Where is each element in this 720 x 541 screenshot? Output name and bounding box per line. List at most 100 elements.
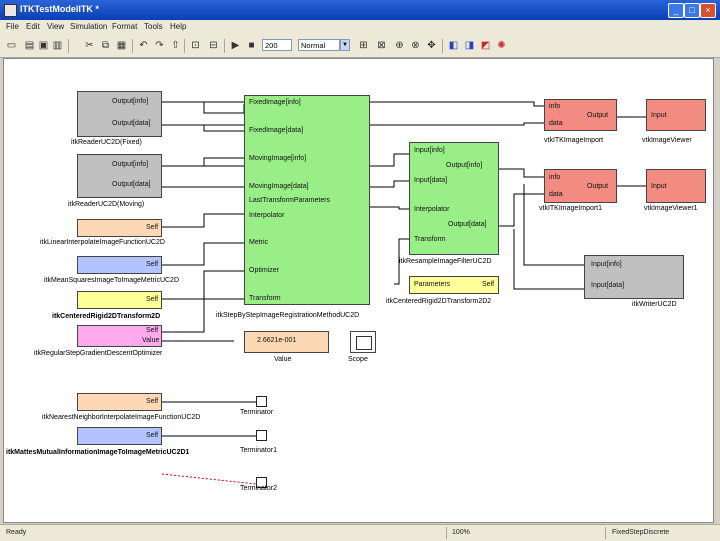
port-input-data: Input[data] xyxy=(591,282,625,289)
vtk-image-import-block[interactable]: info data Output xyxy=(544,99,617,131)
reader-fixed-block[interactable]: Output[info] Output[data] xyxy=(77,91,162,137)
port-interpolator: Interpolator xyxy=(249,212,285,219)
terminator2-label: Terminator2 xyxy=(240,485,277,492)
port-optimizer: Optimizer xyxy=(249,267,279,274)
profiler-icon[interactable]: ✥ xyxy=(426,40,437,51)
model-window-icon xyxy=(4,4,17,17)
model-advisor-icon[interactable]: ⊗ xyxy=(410,40,421,51)
stop-time-input[interactable]: 200 xyxy=(262,39,292,51)
paste-icon[interactable]: ▦ xyxy=(116,40,127,51)
value-display-block[interactable]: 2.6621e-001 xyxy=(244,331,329,353)
nearest-neighbor-interpolator-label: itkNearestNeighborInterpolateImageFuncti… xyxy=(42,414,201,421)
nearest-neighbor-interpolator-block[interactable]: Self xyxy=(77,393,162,411)
menu-simulation[interactable]: Simulation xyxy=(70,22,107,31)
cut-icon[interactable]: ✂ xyxy=(84,40,95,51)
model-canvas[interactable]: Output[info] Output[data] itkReaderUC2D(… xyxy=(3,58,714,523)
open-icon[interactable]: ▤ xyxy=(24,40,35,51)
port-data: data xyxy=(549,191,563,198)
chevron-down-icon[interactable]: ▼ xyxy=(340,39,350,51)
port-last-transform-parameters: LastTransformParameters xyxy=(249,197,331,204)
centered-rigid-transform-block[interactable]: Self xyxy=(77,291,162,309)
port-output-info: Output[info] xyxy=(446,162,483,169)
mattes-metric-block[interactable]: Self xyxy=(77,427,162,445)
mean-squares-metric-block[interactable]: Self xyxy=(77,256,162,274)
terminator-icon[interactable] xyxy=(256,396,267,407)
centered-rigid-transform2-block[interactable]: Parameters Self xyxy=(409,276,499,294)
optimizer-block[interactable]: Self Value xyxy=(77,325,162,347)
window-title: ITKTestModelITK * xyxy=(20,4,99,14)
port-value: Value xyxy=(142,337,160,344)
menu-tools[interactable]: Tools xyxy=(144,22,163,31)
registration-method-block[interactable]: FixedImage[info] FixedImage[data] Moving… xyxy=(244,95,370,305)
port-parameters: Parameters xyxy=(414,281,451,288)
port-moving-image-info: MovingImage[info] xyxy=(249,155,307,162)
port-output: Output xyxy=(587,183,609,190)
port-self: Self xyxy=(482,281,495,288)
debugger-icon[interactable]: ◩ xyxy=(480,40,491,51)
port-input-info: Input[info] xyxy=(414,147,445,154)
port-input-data: Input[data] xyxy=(414,177,448,184)
resample-filter-label: itkResampleImageFilterUC2D xyxy=(399,258,492,265)
terminator1-icon[interactable] xyxy=(256,430,267,441)
stop-simulation-icon[interactable]: ■ xyxy=(246,40,257,51)
port-self: Self xyxy=(146,261,159,268)
redo-icon[interactable]: ↷ xyxy=(154,40,165,51)
title-bar: ITKTestModelITK * _ □ × xyxy=(0,0,720,20)
port-self: Self xyxy=(146,432,159,439)
port-interpolator: Interpolator xyxy=(414,206,450,213)
start-simulation-icon[interactable]: ▶ xyxy=(230,40,241,51)
scope-icon xyxy=(356,336,372,350)
copy-icon[interactable]: ⧉ xyxy=(100,40,111,51)
update-diagram-icon[interactable]: ⊞ xyxy=(358,40,369,51)
vtk-image-viewer-label: vtkImageViewer xyxy=(642,137,692,144)
vtk-image-viewer1-block[interactable]: Input xyxy=(646,169,706,203)
reader-fixed-label: itkReaderUC2D(Fixed) xyxy=(71,139,142,146)
linear-interpolator-block[interactable]: Self xyxy=(77,219,162,237)
port-moving-image-data: MovingImage[data] xyxy=(249,183,309,190)
build-icon[interactable]: ⊠ xyxy=(376,40,387,51)
status-state: Ready xyxy=(6,529,27,536)
menu-help[interactable]: Help xyxy=(170,22,186,31)
print-icon[interactable]: ▥ xyxy=(52,40,63,51)
port-self: Self xyxy=(146,296,159,303)
minimize-button[interactable]: _ xyxy=(668,3,684,18)
vtk-image-import-label: vtkITKImageImport xyxy=(544,137,604,144)
port-output-data: Output[data] xyxy=(448,221,487,228)
linear-interpolator-label: itkLinearInterpolateImageFunctionUC2D xyxy=(40,239,165,246)
terminator-label: Terminator xyxy=(240,409,274,416)
menu-edit[interactable]: Edit xyxy=(26,22,40,31)
settings-gear-icon[interactable]: ✺ xyxy=(496,40,507,51)
undo-icon[interactable]: ↶ xyxy=(138,40,149,51)
centered-rigid-transform2-label: itkCenteredRigid2DTransform2D2 xyxy=(386,298,492,305)
save-icon[interactable]: ▣ xyxy=(38,40,49,51)
menu-file[interactable]: File xyxy=(6,22,19,31)
toolbar: ▭ ▤ ▣ ▥ ✂ ⧉ ▦ ↶ ↷ ⇧ ⊡ ⊟ ▶ ■ 200 Normal ▼… xyxy=(0,35,720,58)
value-readout: 2.6621e-001 xyxy=(257,337,297,344)
centered-rigid-transform-label: itkCenteredRigid2DTransform2D xyxy=(52,313,161,320)
explorer-icon[interactable]: ◨ xyxy=(464,40,475,51)
model-explorer-icon[interactable]: ⊟ xyxy=(208,40,219,51)
writer-block[interactable]: Input[info] Input[data] xyxy=(584,255,684,299)
scope-block[interactable] xyxy=(350,331,376,353)
simulation-mode-select[interactable]: Normal xyxy=(298,39,340,51)
new-model-icon[interactable]: ▭ xyxy=(6,40,17,51)
status-solver: FixedStepDiscrete xyxy=(612,529,670,536)
library-icon[interactable]: ◧ xyxy=(448,40,459,51)
debug-icon[interactable]: ⊕ xyxy=(394,40,405,51)
mean-squares-metric-label: itkMeanSquaresImageToImageMetricUC2D xyxy=(44,277,179,284)
library-browser-icon[interactable]: ⊡ xyxy=(190,40,201,51)
vtk-image-import1-block[interactable]: info data Output xyxy=(544,169,617,203)
vtk-image-viewer1-label: vtkImageViewer1 xyxy=(644,205,698,212)
maximize-button[interactable]: □ xyxy=(684,3,700,18)
close-button[interactable]: × xyxy=(700,3,716,18)
port-data: data xyxy=(549,120,563,127)
menu-format[interactable]: Format xyxy=(112,22,137,31)
menu-view[interactable]: View xyxy=(47,22,64,31)
reader-moving-block[interactable]: Output[info] Output[data] xyxy=(77,154,162,198)
port-fixed-image-info: FixedImage[info] xyxy=(249,99,301,106)
up-level-icon[interactable]: ⇧ xyxy=(170,40,181,51)
status-zoom: 100% xyxy=(452,529,470,536)
vtk-image-viewer-block[interactable]: Input xyxy=(646,99,706,131)
port-fixed-image-data: FixedImage[data] xyxy=(249,127,304,134)
resample-filter-block[interactable]: Input[info] Output[info] Input[data] Int… xyxy=(409,142,499,255)
